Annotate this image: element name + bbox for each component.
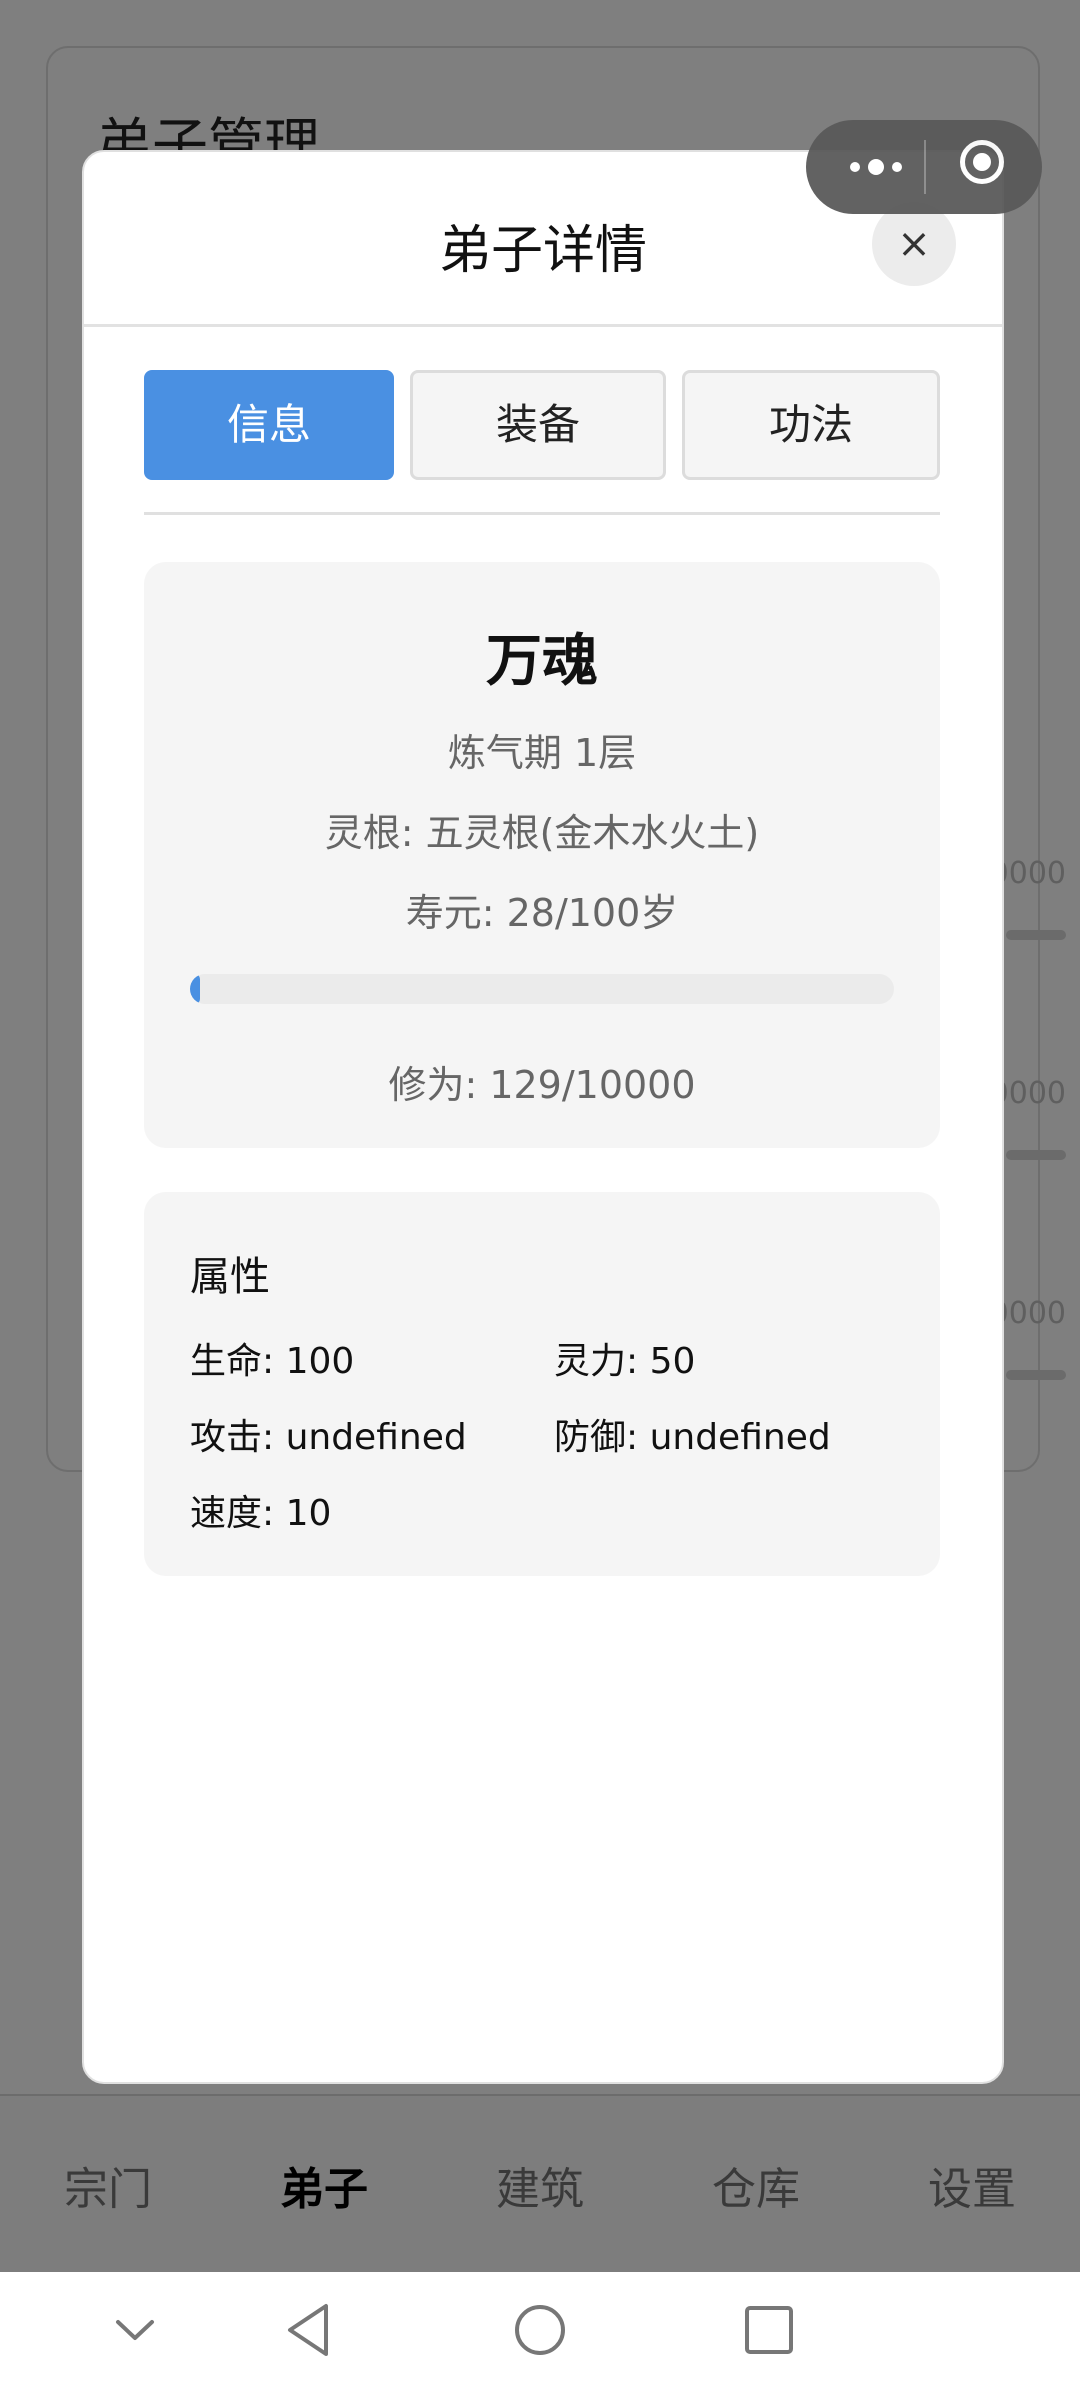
disciple-spirit-root: 灵根: 五灵根(金木水火土) (324, 811, 760, 855)
disciple-detail-modal: 弟子详情 × 信息 装备 功法 万魂 炼气期 1层 灵根: 五灵根(金木水火土)… (82, 150, 1004, 2084)
miniprogram-capsule (806, 120, 1042, 214)
cultivation-progress-fill (190, 974, 200, 1004)
disciple-realm: 炼气期 1层 (447, 731, 637, 775)
cultivation-progress-bar (190, 974, 894, 1004)
tab-techniques[interactable]: 功法 (682, 370, 940, 480)
home-circle-icon[interactable] (512, 2300, 568, 2360)
disciple-name: 万魂 (486, 629, 598, 694)
system-nav-bar (0, 2272, 1080, 2388)
target-icon[interactable] (960, 140, 1004, 184)
background-bar (1006, 1150, 1066, 1160)
attr-speed: 速度: 10 (190, 1493, 332, 1534)
attr-mana: 灵力: 50 (554, 1341, 696, 1382)
disciple-lifespan: 寿元: 28/100岁 (405, 891, 679, 935)
tab-info[interactable]: 信息 (144, 370, 394, 480)
attributes-title: 属性 (190, 1254, 270, 1300)
close-button[interactable]: × (872, 202, 956, 286)
close-icon: × (897, 221, 931, 267)
tab-sect[interactable]: 宗门 (0, 2153, 216, 2217)
tab-buildings[interactable]: 建筑 (432, 2153, 648, 2217)
disciple-cultivation: 修为: 129/10000 (388, 1063, 696, 1107)
tab-disciples[interactable]: 弟子 (216, 2153, 432, 2217)
modal-title: 弟子详情 (438, 221, 647, 281)
back-triangle-icon[interactable] (282, 2300, 336, 2360)
attr-defense: 防御: undefined (554, 1417, 831, 1458)
tab-equipment[interactable]: 装备 (410, 370, 666, 480)
tab-settings[interactable]: 设置 (864, 2153, 1080, 2217)
detail-tabs: 信息 装备 功法 (144, 370, 940, 480)
more-dots-icon[interactable] (836, 154, 916, 180)
background-bar (1006, 1370, 1066, 1380)
disciple-info-card: 万魂 炼气期 1层 灵根: 五灵根(金木水火土) 寿元: 28/100岁 修为:… (144, 562, 940, 1148)
recents-square-icon[interactable] (742, 2300, 796, 2360)
attr-attack: 攻击: undefined (190, 1417, 467, 1458)
capsule-divider (924, 140, 926, 194)
bottom-tab-bar: 宗门 弟子 建筑 仓库 设置 (0, 2094, 1080, 2274)
tab-warehouse[interactable]: 仓库 (648, 2153, 864, 2217)
background-bar (1006, 930, 1066, 940)
attr-hp: 生命: 100 (190, 1341, 355, 1382)
tab-divider (144, 512, 940, 515)
chevron-down-icon[interactable] (110, 2300, 160, 2360)
attributes-card: 属性 生命: 100 灵力: 50 攻击: undefined 防御: unde… (144, 1192, 940, 1576)
